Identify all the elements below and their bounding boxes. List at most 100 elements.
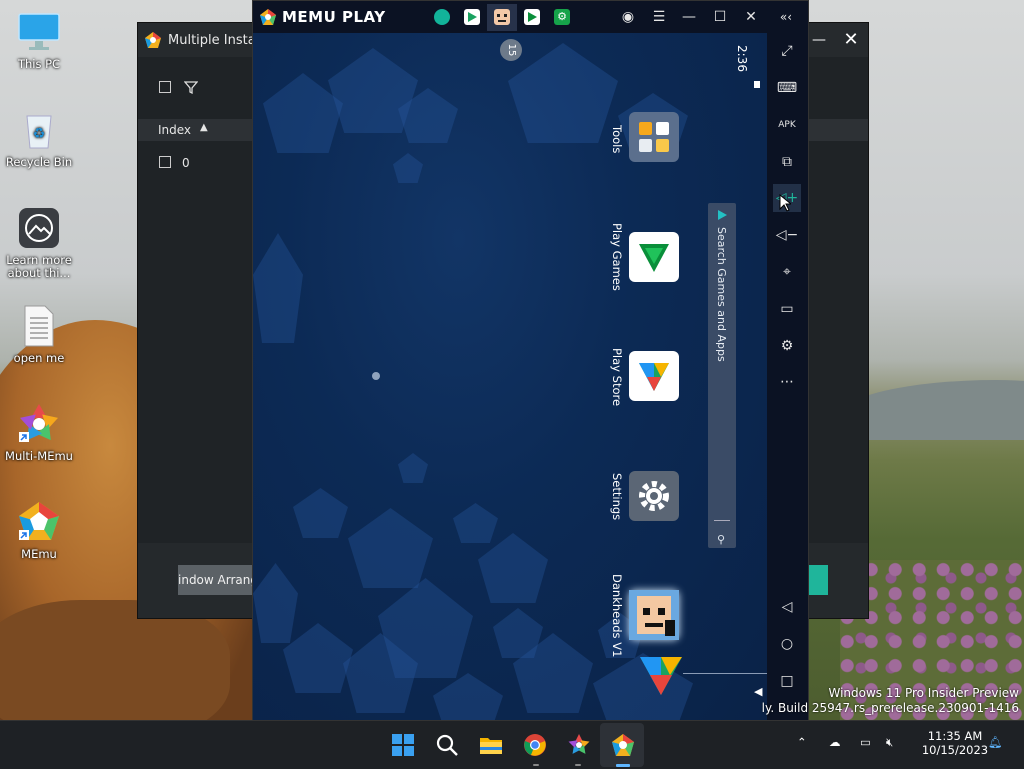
desktop-icon-label: This PC: [17, 57, 61, 71]
bg-shape: [393, 153, 423, 183]
tab-play-games-icon[interactable]: [524, 9, 540, 25]
volume-down-icon[interactable]: ◁−: [773, 221, 801, 249]
bg-shape: [433, 673, 503, 720]
bg-shape: [508, 43, 618, 143]
home-icon[interactable]: ○: [773, 630, 801, 658]
fullscreen-icon[interactable]: ⤢: [773, 37, 801, 65]
clock-time: 11:35 AM: [927, 729, 983, 743]
keyboard-icon[interactable]: ⌨: [773, 74, 801, 102]
memu-taskbar-icon[interactable]: [611, 733, 635, 757]
memu-logo-icon: [260, 9, 276, 25]
running-indicator: [575, 764, 581, 766]
folder-icon[interactable]: ▭: [773, 295, 801, 323]
camera-circle-icon: [17, 206, 61, 250]
search-label: Search Games and Apps: [715, 227, 728, 362]
bg-shape: [293, 488, 348, 538]
column-index[interactable]: Index: [158, 123, 191, 137]
windows-watermark-edition: Windows 11 Pro Insider Preview: [828, 686, 1019, 700]
multi-window-icon[interactable]: ⧉: [773, 148, 801, 176]
apk-icon[interactable]: APK: [773, 111, 801, 139]
desktop-icon-open-me[interactable]: open me: [2, 304, 76, 365]
network-icon[interactable]: ▭: [860, 735, 871, 749]
svg-text:♻: ♻: [33, 126, 46, 142]
file-explorer-icon[interactable]: [479, 733, 503, 757]
search-icon[interactable]: [435, 733, 459, 757]
app-settings[interactable]: [629, 471, 679, 521]
bg-shape: [398, 453, 428, 483]
select-all-checkbox[interactable]: [159, 81, 171, 93]
chevron-up-icon[interactable]: ⌃: [797, 735, 807, 749]
bg-shape: [253, 563, 298, 643]
play-store-icon: [639, 363, 669, 391]
memu-sidebar: ⤢ ⌨ APK ⧉ ◁+ ◁− ⌖ ▭ ⚙ ⋯ ◁ ○ □: [767, 33, 808, 720]
memu-icon: [17, 500, 61, 544]
dankheads-icon: [629, 590, 679, 640]
maximize-icon[interactable]: ☐: [711, 8, 729, 26]
status-clock: 2:36: [735, 45, 749, 72]
collapse-sidebar-icon[interactable]: «‹: [777, 8, 795, 26]
sort-ascending-icon[interactable]: ▲: [200, 122, 208, 133]
bg-shape: [453, 503, 498, 543]
app-label: Play Store: [610, 348, 624, 407]
memu-titlebar[interactable]: MEMU PLAY ⚙ ◉ ☰ — ☐ ✕ «‹: [253, 1, 808, 33]
start-icon[interactable]: [391, 733, 415, 757]
tab-play-store-icon[interactable]: [464, 9, 480, 25]
play-store-dock-icon[interactable]: [638, 655, 684, 697]
nav-collapse-icon[interactable]: ◀: [754, 685, 762, 698]
app-tools[interactable]: [629, 112, 679, 162]
minimize-icon[interactable]: —: [680, 8, 698, 26]
app-play-games[interactable]: [629, 232, 679, 282]
close-icon[interactable]: ✕: [742, 8, 760, 26]
desktop-icon-multi-memu[interactable]: Multi-MEmu: [2, 402, 76, 463]
app-label: Play Games: [610, 223, 624, 291]
desktop-icon-learn-more[interactable]: Learn more about thi...: [2, 206, 76, 280]
app-label: Dankheads V1: [610, 574, 624, 658]
app-dankheads[interactable]: [629, 590, 679, 640]
account-icon[interactable]: ◉: [619, 8, 637, 26]
desktop-icon-this-pc[interactable]: This PC: [2, 10, 76, 71]
tab-dankheads-icon[interactable]: [494, 9, 510, 25]
search-games-bar[interactable]: Search Games and Apps ⚲: [708, 203, 736, 548]
minimize-button[interactable]: —: [808, 29, 830, 51]
search-icon[interactable]: ⚲: [717, 533, 725, 546]
tab-settings-icon[interactable]: ⚙: [554, 9, 570, 25]
multi-memu-taskbar-icon[interactable]: [567, 733, 591, 757]
back-icon[interactable]: ◁: [773, 593, 801, 621]
desktop-icon-memu[interactable]: MEmu: [2, 500, 76, 561]
active-indicator: [616, 764, 630, 767]
play-store-small-icon: [718, 210, 727, 220]
desktop-icon-label: open me: [13, 351, 65, 365]
multi-memu-icon: [17, 402, 61, 446]
app-play-store[interactable]: [629, 351, 679, 401]
windows-watermark-build: ly. Build 25947.rs_prerelease.230901-141…: [761, 701, 1019, 715]
menu-icon[interactable]: ☰: [650, 8, 668, 26]
onedrive-icon[interactable]: ☁: [829, 735, 841, 749]
clock[interactable]: 11:35 AM 10/15/2023: [913, 729, 997, 757]
play-games-icon: [639, 244, 669, 272]
location-icon[interactable]: ⌖: [773, 258, 801, 286]
recents-icon[interactable]: □: [773, 667, 801, 695]
tab-app-icon[interactable]: [434, 9, 450, 25]
row-checkbox[interactable]: [159, 156, 171, 168]
taskbar: ⌃ ☁ ▭ 🔇︎ 11:35 AM 10/15/2023 🔔︎: [0, 720, 1024, 769]
close-button[interactable]: ✕: [840, 29, 862, 51]
bg-shape: [283, 623, 353, 693]
battery-icon: [754, 81, 760, 88]
more-icon[interactable]: ⋯: [773, 368, 801, 396]
android-screen[interactable]: 15 2:36 Search Games and Apps ⚲ Tools Pl…: [253, 33, 767, 720]
bg-shape: [253, 233, 303, 343]
gear-icon[interactable]: ⚙: [773, 332, 801, 360]
memu-play-window: MEMU PLAY ⚙ ◉ ☰ — ☐ ✕ «‹ 15 2:36 Search …: [252, 0, 809, 721]
app-label: Tools: [610, 125, 624, 154]
filter-icon[interactable]: [184, 80, 198, 94]
text-file-icon: [17, 304, 61, 348]
page-indicator: [372, 372, 380, 380]
desktop-icon-label: MEmu: [21, 547, 57, 561]
chrome-icon[interactable]: [523, 733, 547, 757]
notification-bell-icon[interactable]: 🔔︎: [988, 735, 1003, 749]
app-label: Settings: [610, 473, 624, 521]
memu-logo-icon: [145, 32, 161, 48]
row-index: 0: [182, 156, 190, 170]
volume-muted-icon[interactable]: 🔇︎: [886, 735, 893, 750]
desktop-icon-recycle-bin[interactable]: ♻ Recycle Bin: [2, 108, 76, 169]
